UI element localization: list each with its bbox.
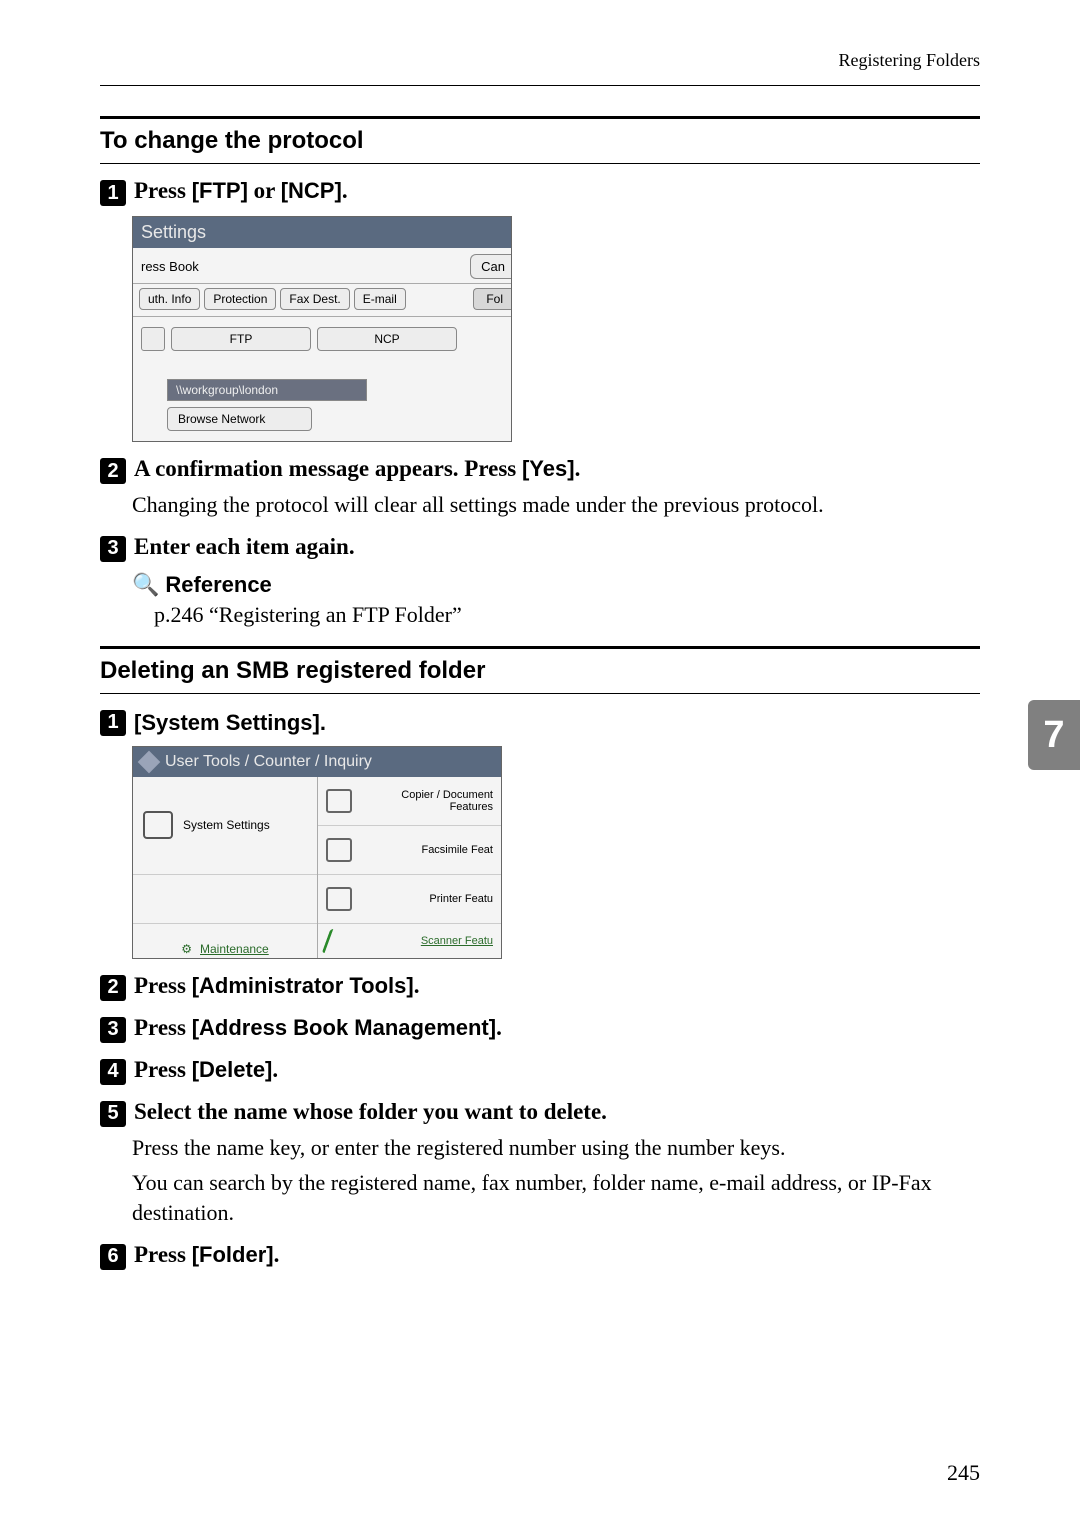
step-number-icon: 5	[100, 1101, 126, 1127]
tab-auth-info[interactable]: uth. Info	[139, 288, 200, 310]
protocol-row: FTP NCP	[133, 317, 511, 357]
step-text: Press [FTP] or [NCP].	[134, 178, 348, 204]
settings-screenshot: Settings ress Book Can uth. Info Protect…	[132, 216, 512, 442]
printer-features-button[interactable]: Printer Featu	[318, 875, 501, 924]
browse-network-button[interactable]: Browse Network	[167, 407, 312, 431]
user-tools-title: User Tools / Counter / Inquiry	[133, 747, 501, 777]
copier-icon	[326, 789, 352, 813]
header-section: Registering Folders	[839, 50, 981, 71]
reference-icon: 🔍	[132, 572, 159, 598]
tabs-row: uth. Info Protection Fax Dest. E-mail Fo…	[133, 284, 511, 317]
smb-button[interactable]	[141, 327, 165, 351]
chapter-tab: 7	[1028, 700, 1080, 770]
right-column: Copier / Document Features Facsimile Fea…	[318, 777, 501, 958]
step-3b: 3 Press [Address Book Management].	[100, 1015, 980, 1043]
tab-folder[interactable]: Fol	[473, 288, 511, 310]
reference-label: Reference	[165, 572, 271, 598]
step-number-icon: 2	[100, 458, 126, 484]
header-rule	[100, 85, 980, 86]
step-2: 2 A confirmation message appears. Press …	[100, 456, 980, 484]
user-tools-screenshot: User Tools / Counter / Inquiry System Se…	[132, 746, 502, 959]
step-body: You can search by the registered name, f…	[132, 1168, 980, 1227]
system-settings-button[interactable]: System Settings	[133, 777, 317, 875]
left-column: System Settings ⚙ Maintenance	[133, 777, 318, 958]
section-rule-bottom	[100, 693, 980, 694]
address-book-row: ress Book Can	[133, 248, 511, 284]
scanner-features-button[interactable]: Scanner Featu	[318, 924, 501, 958]
user-tools-body: System Settings ⚙ Maintenance Copier / D…	[133, 777, 501, 958]
step-text: A confirmation message appears. Press [Y…	[134, 456, 580, 482]
step-number-icon: 1	[100, 180, 126, 206]
step-number-icon: 1	[100, 710, 126, 736]
copier-features-button[interactable]: Copier / Document Features	[318, 777, 501, 826]
section-rule-top	[100, 116, 980, 119]
step-text: Press [Delete].	[134, 1057, 278, 1083]
section-rule-bottom	[100, 163, 980, 164]
step-6b: 6 Press [Folder].	[100, 1242, 980, 1270]
tab-protection[interactable]: Protection	[204, 288, 276, 310]
step-number-icon: 3	[100, 1017, 126, 1043]
step-text: Select the name whose folder you want to…	[134, 1099, 607, 1125]
step-text: Enter each item again.	[134, 534, 355, 560]
tab-email[interactable]: E-mail	[354, 288, 406, 310]
settings-title: Settings	[133, 217, 511, 248]
cancel-button[interactable]: Can	[470, 254, 511, 279]
section-title: To change the protocol	[100, 127, 980, 155]
maintenance-button[interactable]: ⚙ Maintenance	[133, 924, 317, 958]
step-body: Changing the protocol will clear all set…	[132, 490, 980, 520]
step-number-icon: 6	[100, 1244, 126, 1270]
step-number-icon: 2	[100, 975, 126, 1001]
printer-icon	[326, 887, 352, 911]
step-text: Press [Folder].	[134, 1242, 279, 1268]
ftp-button[interactable]: FTP	[171, 327, 311, 351]
system-settings-icon	[143, 811, 173, 839]
step-5b: 5 Select the name whose folder you want …	[100, 1099, 980, 1127]
section-title: Deleting an SMB registered folder	[100, 657, 980, 685]
fax-icon	[326, 838, 352, 862]
step-3: 3 Enter each item again.	[100, 534, 980, 562]
tab-fax-dest[interactable]: Fax Dest.	[280, 288, 349, 310]
maintenance-icon: ⚙	[181, 942, 192, 956]
ncp-button[interactable]: NCP	[317, 327, 457, 351]
diamond-icon	[138, 750, 161, 773]
blank-row	[133, 875, 317, 924]
scanner-icon	[322, 929, 351, 953]
section-rule-top	[100, 646, 980, 649]
step-number-icon: 4	[100, 1059, 126, 1085]
step-number-icon: 3	[100, 536, 126, 562]
reference-text: p.246 “Registering an FTP Folder”	[154, 602, 980, 628]
step-1: 1 Press [FTP] or [NCP].	[100, 178, 980, 206]
facsimile-features-button[interactable]: Facsimile Feat	[318, 826, 501, 875]
path-field[interactable]: \\workgroup\london	[167, 379, 367, 401]
step-body: Press the name key, or enter the registe…	[132, 1133, 980, 1163]
step-4b: 4 Press [Delete].	[100, 1057, 980, 1085]
step-text: Press [Administrator Tools].	[134, 973, 419, 999]
step-1b: 1 [System Settings].	[100, 708, 980, 736]
step-text: [System Settings].	[134, 710, 326, 736]
step-text: Press [Address Book Management].	[134, 1015, 502, 1041]
reference-row: 🔍 Reference	[132, 572, 980, 598]
step-2b: 2 Press [Administrator Tools].	[100, 973, 980, 1001]
running-header: Registering Folders	[100, 50, 980, 77]
page-number: 245	[947, 1460, 980, 1486]
